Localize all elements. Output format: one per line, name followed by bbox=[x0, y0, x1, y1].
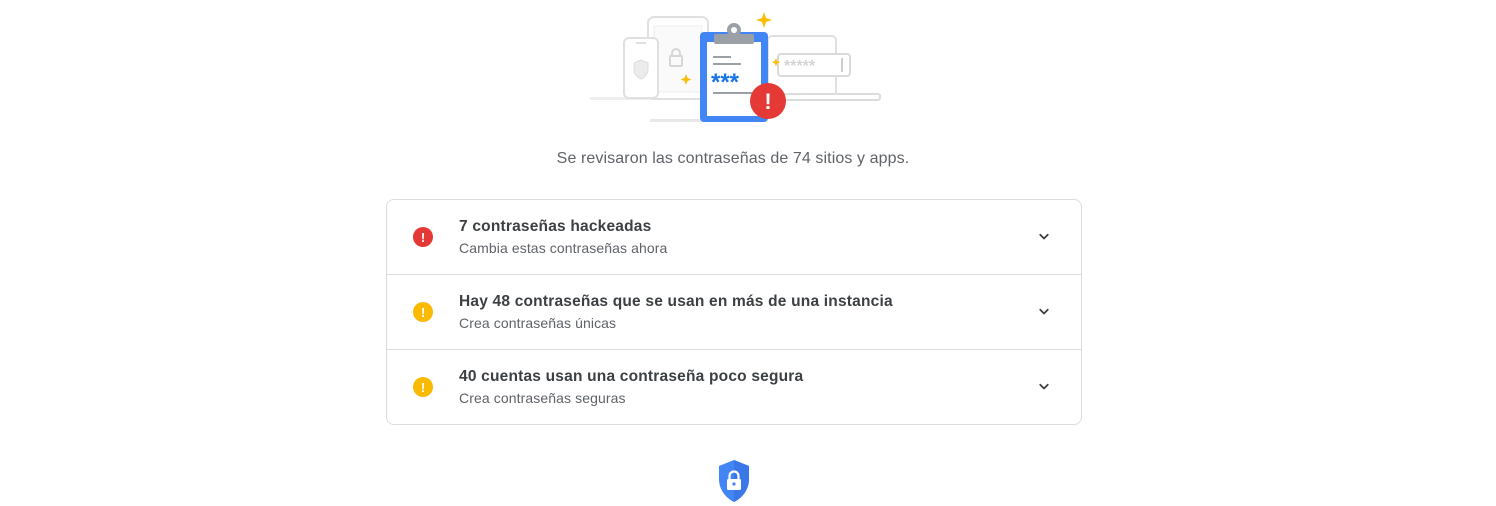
shield-lock-icon bbox=[719, 460, 749, 502]
chevron-down-icon[interactable] bbox=[1035, 303, 1053, 321]
chevron-down-icon[interactable] bbox=[1035, 228, 1053, 246]
issue-row-compromised[interactable]: ! 7 contraseñas hackeadas Cambia estas c… bbox=[387, 200, 1081, 275]
warning-icon: ! bbox=[413, 302, 433, 322]
password-checkup-illustration: ***** *** ! bbox=[590, 12, 881, 122]
error-icon: ! bbox=[413, 227, 433, 247]
issue-subtitle: Crea contraseñas únicas bbox=[459, 315, 617, 331]
issue-title: 40 cuentas usan una contraseña poco segu… bbox=[459, 368, 804, 385]
issue-title: Hay 48 contraseñas que se usan en más de… bbox=[459, 293, 893, 310]
issues-card: ! 7 contraseñas hackeadas Cambia estas c… bbox=[386, 199, 1082, 425]
summary-text: Se revisaron las contraseñas de 74 sitio… bbox=[556, 150, 910, 167]
password-field-mask: ***** bbox=[784, 58, 816, 75]
issue-row-reused[interactable]: ! Hay 48 contraseñas que se usan en más … bbox=[387, 275, 1081, 350]
alert-glyph: ! bbox=[764, 89, 771, 114]
issue-title: 7 contraseñas hackeadas bbox=[459, 218, 652, 235]
issue-row-weak[interactable]: ! 40 cuentas usan una contraseña poco se… bbox=[387, 350, 1081, 424]
warning-icon: ! bbox=[413, 377, 433, 397]
chevron-down-icon[interactable] bbox=[1035, 378, 1053, 396]
issue-subtitle: Cambia estas contraseñas ahora bbox=[459, 240, 668, 256]
issue-subtitle: Crea contraseñas seguras bbox=[459, 390, 626, 406]
password-mask: *** bbox=[711, 69, 740, 96]
